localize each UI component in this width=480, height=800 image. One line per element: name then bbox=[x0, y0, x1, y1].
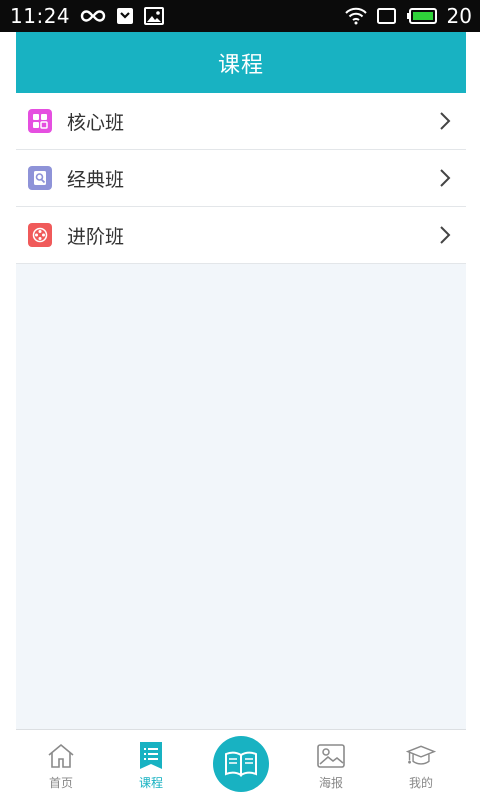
tab-label: 我的 bbox=[408, 776, 433, 790]
list-icon bbox=[136, 741, 166, 771]
book-icon bbox=[213, 736, 269, 792]
infinity-icon bbox=[80, 9, 106, 23]
course-label: 经典班 bbox=[67, 168, 125, 191]
tab-courses[interactable]: 课程 bbox=[106, 730, 196, 800]
film-reel-icon bbox=[28, 223, 52, 247]
shield-icon bbox=[116, 7, 134, 25]
tab-label: 课程 bbox=[138, 776, 163, 790]
image-icon bbox=[144, 7, 165, 25]
tab-posters[interactable]: 海报 bbox=[286, 730, 376, 800]
status-bar-right: 20 bbox=[344, 4, 472, 28]
app-screen: 课程 核心班 经典班 进阶班 首页 课程 海报 我的 bbox=[16, 32, 466, 800]
battery-level: 20 bbox=[446, 4, 472, 28]
wifi-icon bbox=[344, 7, 367, 25]
chevron-right-icon bbox=[438, 111, 452, 131]
app-header: 课程 bbox=[16, 32, 466, 93]
chevron-right-icon bbox=[438, 225, 452, 245]
grid-icon bbox=[28, 109, 52, 133]
tab-profile[interactable]: 我的 bbox=[376, 730, 466, 800]
tab-label: 首页 bbox=[48, 776, 73, 790]
page-title: 课程 bbox=[217, 52, 264, 78]
status-bar: 11:24 20 bbox=[0, 0, 480, 32]
tab-study[interactable] bbox=[196, 730, 286, 800]
course-list: 核心班 经典班 进阶班 bbox=[16, 93, 466, 264]
status-time: 11:24 bbox=[10, 4, 71, 28]
bottom-tab-bar: 首页 课程 海报 我的 bbox=[16, 729, 466, 800]
course-item-advanced[interactable]: 进阶班 bbox=[16, 207, 466, 264]
chevron-right-icon bbox=[438, 168, 452, 188]
course-item-core[interactable]: 核心班 bbox=[16, 93, 466, 150]
home-icon bbox=[46, 741, 76, 771]
battery-icon bbox=[406, 7, 437, 25]
graduation-cap-icon bbox=[406, 741, 436, 771]
sim-icon bbox=[376, 7, 397, 25]
picture-icon bbox=[316, 741, 346, 771]
search-doc-icon bbox=[28, 166, 52, 190]
course-item-classic[interactable]: 经典班 bbox=[16, 150, 466, 207]
tab-label: 海报 bbox=[318, 776, 343, 790]
status-bar-left: 11:24 bbox=[10, 4, 165, 28]
course-label: 进阶班 bbox=[67, 225, 125, 248]
tab-home[interactable]: 首页 bbox=[16, 730, 106, 800]
course-label: 核心班 bbox=[67, 111, 125, 134]
